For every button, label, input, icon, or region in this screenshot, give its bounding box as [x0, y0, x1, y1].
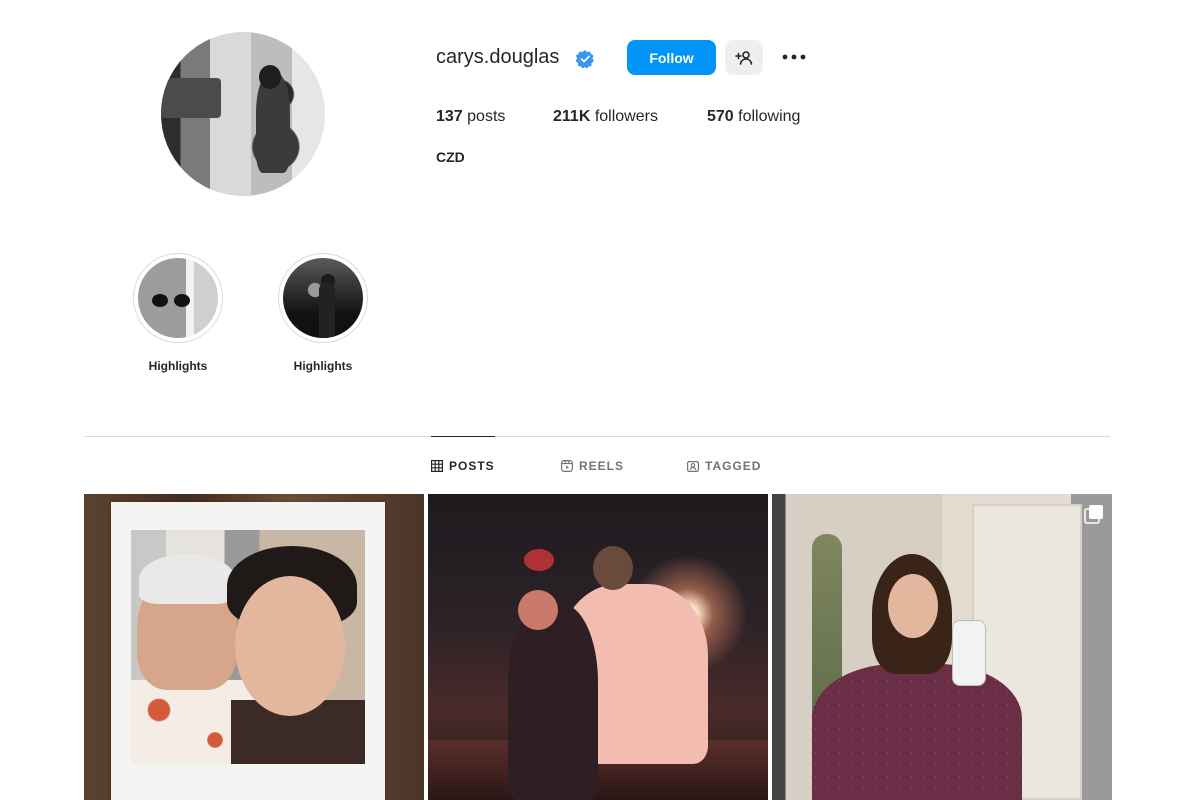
following-label: following — [738, 108, 801, 125]
verified-badge-icon — [575, 50, 594, 69]
post-thumbnail[interactable] — [428, 494, 768, 800]
singer-figure — [319, 282, 335, 338]
post-thumbnail[interactable] — [84, 494, 424, 800]
post-thumbnail[interactable] — [772, 494, 1112, 800]
grid-icon — [431, 460, 443, 472]
avatar-background-object — [161, 77, 221, 118]
following-count: 570 — [707, 108, 734, 125]
lips-sign — [524, 549, 554, 571]
follow-button[interactable]: Follow — [627, 40, 716, 75]
highlight-ring — [133, 253, 223, 343]
followers-label: followers — [594, 108, 658, 125]
posts-label: posts — [467, 108, 506, 125]
active-tab-indicator — [431, 436, 495, 437]
story-highlight[interactable]: Highlights — [277, 253, 369, 373]
woman-head — [518, 590, 558, 630]
polaroid-photo — [131, 530, 365, 764]
tab-posts[interactable]: POSTS — [431, 459, 495, 473]
tab-tagged-label: TAGGED — [705, 459, 762, 473]
tab-tagged[interactable]: TAGGED — [687, 459, 761, 473]
more-dots-icon — [782, 54, 806, 60]
profile-username[interactable]: carys.douglas — [436, 46, 559, 69]
profile-bio: CZD — [436, 149, 465, 165]
profile-avatar[interactable] — [161, 32, 325, 196]
add-person-icon — [735, 50, 753, 65]
polaroid-frame — [111, 502, 385, 800]
reels-icon — [561, 460, 573, 472]
tab-posts-label: POSTS — [449, 459, 495, 473]
highlight-label: Highlights — [293, 359, 353, 373]
sunglasses-shape — [152, 294, 192, 308]
followers-stat[interactable]: 211K followers — [553, 108, 658, 126]
woman-figure — [508, 604, 598, 800]
posts-count: 137 — [436, 108, 463, 125]
story-highlight[interactable]: Highlights — [132, 253, 224, 373]
highlight-cover-image — [138, 258, 218, 338]
followers-count: 211K — [553, 108, 591, 125]
sequin-top — [812, 664, 1022, 800]
tabs-divider — [84, 436, 1110, 437]
highlight-ring — [278, 253, 368, 343]
highlight-label: Highlights — [148, 359, 208, 373]
woman-face — [235, 576, 345, 716]
suggested-users-button[interactable] — [725, 40, 763, 75]
phone-shape — [952, 620, 986, 686]
following-stat[interactable]: 570 following — [707, 108, 800, 126]
more-options-button[interactable] — [777, 42, 811, 72]
tagged-icon — [687, 461, 699, 472]
man-head — [593, 546, 633, 590]
tab-reels-label: REELS — [579, 459, 625, 473]
posts-stat: 137 posts — [436, 108, 505, 126]
tab-reels[interactable]: REELS — [561, 459, 624, 473]
highlight-cover-image — [283, 258, 363, 338]
face — [888, 574, 938, 638]
man-hair — [139, 554, 235, 604]
multiple-photos-icon — [1084, 505, 1103, 524]
